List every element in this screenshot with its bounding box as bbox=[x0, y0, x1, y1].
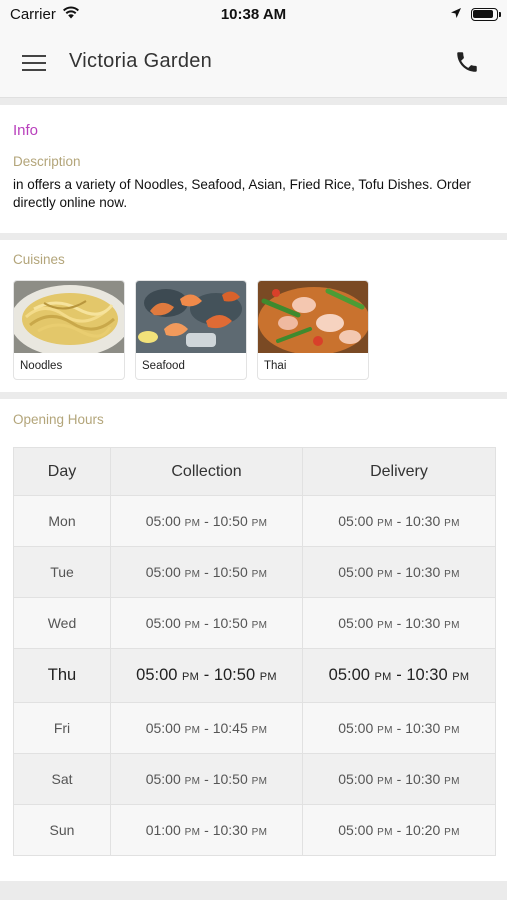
collection-hours-cell: 05:00 PM - 10:45 PM bbox=[110, 702, 303, 754]
collection-hours-cell: 05:00 PM - 10:50 PM bbox=[110, 495, 303, 547]
day-cell: Sat bbox=[13, 753, 111, 805]
delivery-hours-cell: 05:00 PM - 10:30 PM bbox=[302, 702, 496, 754]
delivery-hours-cell: 05:00 PM - 10:30 PM bbox=[302, 753, 496, 805]
delivery-hours-cell: 05:00 PM - 10:30 PM bbox=[302, 495, 496, 547]
status-bar: Carrier 10:38 AM bbox=[0, 0, 507, 30]
page-title: Victoria Garden bbox=[69, 50, 213, 72]
app-screen: Carrier 10:38 AM Victoria Garden Info De… bbox=[0, 0, 507, 900]
cuisine-tile-noodles[interactable]: Noodles bbox=[13, 280, 125, 380]
table-row: Sun 01:00 PM - 10:30 PM 05:00 PM - 10:20 P… bbox=[13, 804, 496, 856]
column-header-day: Day bbox=[13, 447, 111, 496]
description-text: in offers a variety of Noodles, Seafood,… bbox=[13, 177, 471, 210]
cuisine-tile-thai[interactable]: Thai bbox=[257, 280, 369, 380]
day-cell: Tue bbox=[13, 546, 111, 598]
nav-bar: Victoria Garden bbox=[0, 30, 507, 98]
delivery-hours-cell: 05:00 PM - 10:20 PM bbox=[302, 804, 496, 856]
delivery-hours-cell: 05:00 PM - 10:30 PM bbox=[302, 546, 496, 598]
opening-hours-table: Day Collection Delivery Mon 05:00 PM - 10… bbox=[13, 447, 496, 856]
info-heading: Info bbox=[13, 122, 39, 139]
cuisine-name: Noodles bbox=[20, 360, 63, 372]
collection-hours-cell: 05:00 PM - 10:50 PM bbox=[110, 648, 303, 703]
noodles-image bbox=[14, 281, 124, 353]
info-card: Info Description in offers a variety of … bbox=[0, 105, 507, 233]
table-row: Mon 05:00 PM - 10:50 PM 05:00 PM - 10:30 P… bbox=[13, 495, 496, 547]
cuisine-tile-seafood[interactable]: Seafood bbox=[135, 280, 247, 380]
column-header-delivery: Delivery bbox=[302, 447, 496, 496]
table-row: Thu 05:00 PM - 10:50 PM 05:00 PM - 10:30 P… bbox=[13, 648, 496, 703]
table-row: Sat 05:00 PM - 10:50 PM 05:00 PM - 10:30 P… bbox=[13, 753, 496, 805]
battery-icon bbox=[471, 8, 501, 21]
opening-hours-card: Opening Hours Day Collection Delivery Mo… bbox=[0, 399, 507, 881]
seafood-image bbox=[136, 281, 246, 353]
description-label: Description bbox=[13, 154, 81, 169]
day-cell: Mon bbox=[13, 495, 111, 547]
cuisine-name: Seafood bbox=[142, 360, 185, 372]
collection-hours-cell: 05:00 PM - 10:50 PM bbox=[110, 753, 303, 805]
collection-hours-cell: 05:00 PM - 10:50 PM bbox=[110, 546, 303, 598]
delivery-hours-cell: 05:00 PM - 10:30 PM bbox=[302, 597, 496, 649]
day-cell: Wed bbox=[13, 597, 111, 649]
location-arrow-icon bbox=[450, 6, 462, 23]
phone-icon[interactable] bbox=[454, 49, 482, 77]
cuisines-card: Cuisines Noodles Seafood Thai bbox=[0, 240, 507, 392]
collection-hours-cell: 01:00 PM - 10:30 PM bbox=[110, 804, 303, 856]
clock: 10:38 AM bbox=[220, 6, 287, 23]
opening-hours-label: Opening Hours bbox=[13, 412, 104, 427]
delivery-hours-cell: 05:00 PM - 10:30 PM bbox=[302, 648, 496, 703]
thai-image bbox=[258, 281, 368, 353]
table-row: Fri 05:00 PM - 10:45 PM 05:00 PM - 10:30 P… bbox=[13, 702, 496, 754]
table-row: Tue 05:00 PM - 10:50 PM 05:00 PM - 10:30 P… bbox=[13, 546, 496, 598]
day-cell: Sun bbox=[13, 804, 111, 856]
day-cell: Fri bbox=[13, 702, 111, 754]
column-header-collection: Collection bbox=[110, 447, 303, 496]
collection-hours-cell: 05:00 PM - 10:50 PM bbox=[110, 597, 303, 649]
table-row: Wed 05:00 PM - 10:50 PM 05:00 PM - 10:30 P… bbox=[13, 597, 496, 649]
hamburger-menu-icon[interactable] bbox=[22, 52, 48, 74]
cuisines-label: Cuisines bbox=[13, 252, 65, 267]
table-header-row: Day Collection Delivery bbox=[13, 447, 496, 496]
cuisine-name: Thai bbox=[264, 360, 287, 372]
day-cell: Thu bbox=[13, 648, 111, 703]
